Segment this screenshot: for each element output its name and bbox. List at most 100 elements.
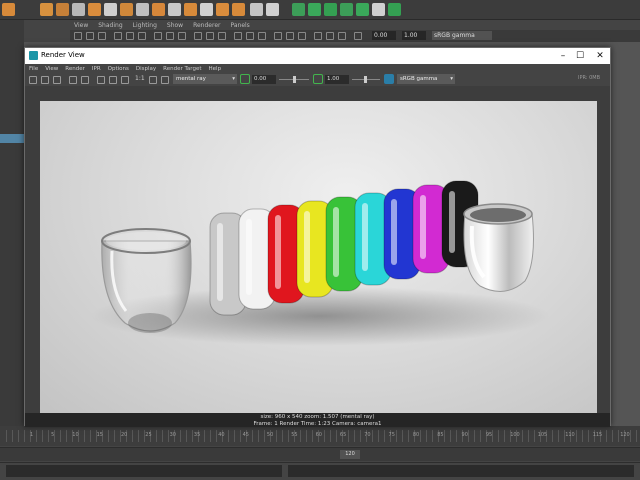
render-scene <box>90 180 550 346</box>
viewport-tool-icon[interactable] <box>138 32 146 40</box>
menu-render-target[interactable]: Render Target <box>163 66 201 72</box>
shelf-tool-icon[interactable] <box>308 3 321 16</box>
maya-left-panel <box>0 20 24 426</box>
viewport-tool-icon[interactable] <box>114 32 122 40</box>
close-icon[interactable]: ✕ <box>590 49 610 63</box>
viewport-tool-icon[interactable] <box>194 32 202 40</box>
viewport-colorspace-select[interactable]: sRGB gamma <box>432 31 492 40</box>
viewport-tool-icon[interactable] <box>258 32 266 40</box>
shelf-tool-icon[interactable] <box>72 3 85 16</box>
display-rgb-icon[interactable] <box>97 76 105 84</box>
viewport-tool-icon[interactable] <box>314 32 322 40</box>
redo-render-icon[interactable] <box>29 76 37 84</box>
viewport-tool-icon[interactable] <box>298 32 306 40</box>
shelf-tool-icon[interactable] <box>120 3 133 16</box>
view-transform-select[interactable]: sRGB gamma <box>397 74 455 84</box>
viewport-tool-icon[interactable] <box>354 32 362 40</box>
timeline-tick-label: 110 <box>565 432 575 438</box>
menu-ipr[interactable]: IPR <box>92 66 101 72</box>
refresh-ipr-icon[interactable] <box>81 76 89 84</box>
viewport-menu-panels[interactable]: Panels <box>230 22 249 29</box>
shelf-tool-icon[interactable] <box>388 3 401 16</box>
shelf-tool-icon[interactable] <box>184 3 197 16</box>
viewport-tool-icon[interactable] <box>246 32 254 40</box>
timeline-tick-label: 5 <box>51 432 55 438</box>
viewport-tool-icon[interactable] <box>166 32 174 40</box>
shelf-tool-icon[interactable] <box>292 3 305 16</box>
exposure-slider-handle[interactable] <box>293 76 296 83</box>
viewport-tool-icon[interactable] <box>218 32 226 40</box>
real-size-button[interactable]: 1:1 <box>135 75 145 82</box>
viewport-tool-icon[interactable] <box>274 32 282 40</box>
exposure-field[interactable]: 0.00 <box>252 75 276 84</box>
timeline-tick-label: 55 <box>291 432 298 438</box>
exposure-icon[interactable] <box>240 74 250 84</box>
command-input[interactable] <box>6 465 282 477</box>
render-region-icon[interactable] <box>41 76 49 84</box>
display-alpha-icon[interactable] <box>109 76 117 84</box>
shelf-tool-icon[interactable] <box>56 3 69 16</box>
ipr-render-icon[interactable] <box>69 76 77 84</box>
gamma-slider[interactable] <box>352 76 380 83</box>
shelf-tool-icon[interactable] <box>200 3 213 16</box>
timeline-tick-label: 10 <box>72 432 79 438</box>
viewport-tool-icon[interactable] <box>86 32 94 40</box>
viewport-tool-icon[interactable] <box>286 32 294 40</box>
viewport-menu-view[interactable]: View <box>74 22 88 29</box>
renderer-select[interactable]: mental ray <box>173 74 237 84</box>
shelf-tool-icon[interactable] <box>2 3 15 16</box>
viewport-gamma-field[interactable]: 1.00 <box>402 31 426 40</box>
menu-file[interactable]: File <box>29 66 38 72</box>
frame-image-icon[interactable] <box>161 76 169 84</box>
viewport-tool-icon[interactable] <box>338 32 346 40</box>
maximize-icon[interactable]: ☐ <box>570 49 590 63</box>
color-management-icon[interactable] <box>384 74 394 84</box>
shelf-tool-icon[interactable] <box>136 3 149 16</box>
exposure-slider[interactable] <box>279 76 309 83</box>
viewport-tool-icon[interactable] <box>234 32 242 40</box>
shelf-tool-icon[interactable] <box>104 3 117 16</box>
gamma-icon[interactable] <box>313 74 323 84</box>
range-slider[interactable] <box>0 447 640 461</box>
menu-options[interactable]: Options <box>108 66 129 72</box>
viewport-tool-icon[interactable] <box>154 32 162 40</box>
keep-image-icon[interactable] <box>121 76 129 84</box>
remove-image-icon[interactable] <box>149 76 157 84</box>
shelf-tool-icon[interactable] <box>372 3 385 16</box>
viewport-exposure-field[interactable]: 0.00 <box>372 31 396 40</box>
viewport-tool-icon[interactable] <box>206 32 214 40</box>
shelf-tool-icon[interactable] <box>88 3 101 16</box>
shelf-tool-icon[interactable] <box>152 3 165 16</box>
shelf-tool-icon[interactable] <box>40 3 53 16</box>
shelf-tool-icon[interactable] <box>340 3 353 16</box>
snapshot-icon[interactable] <box>53 76 61 84</box>
render-info-bar: size: 960 x 540 zoom: 1.507 (mental ray)… <box>25 413 610 427</box>
viewport-menu-lighting[interactable]: Lighting <box>133 22 157 29</box>
shelf-tool-icon[interactable] <box>250 3 263 16</box>
gamma-field[interactable]: 1.00 <box>325 75 349 84</box>
menu-render[interactable]: Render <box>65 66 85 72</box>
gamma-slider-handle[interactable] <box>364 76 367 83</box>
viewport-tool-icon[interactable] <box>126 32 134 40</box>
shelf-tool-icon[interactable] <box>356 3 369 16</box>
render-view-titlebar[interactable]: Render View – ☐ ✕ <box>25 48 610 64</box>
shelf-tool-icon[interactable] <box>324 3 337 16</box>
menu-help[interactable]: Help <box>209 66 222 72</box>
viewport-tool-icon[interactable] <box>326 32 334 40</box>
menu-display[interactable]: Display <box>136 66 156 72</box>
viewport-tool-icon[interactable] <box>98 32 106 40</box>
viewport-tool-icon[interactable] <box>178 32 186 40</box>
range-end-field[interactable]: 120 <box>340 450 360 459</box>
shelf-tool-icon[interactable] <box>168 3 181 16</box>
viewport-menu-show[interactable]: Show <box>167 22 183 29</box>
shelf-tool-icon[interactable] <box>216 3 229 16</box>
left-panel-selection[interactable] <box>0 134 24 143</box>
viewport-menu-shading[interactable]: Shading <box>98 22 122 29</box>
viewport-menu-renderer[interactable]: Renderer <box>193 22 220 29</box>
shelf-tool-icon[interactable] <box>266 3 279 16</box>
viewport-menu: View Shading Lighting Show Renderer Pane… <box>70 20 640 30</box>
menu-view[interactable]: View <box>45 66 58 72</box>
shelf-tool-icon[interactable] <box>232 3 245 16</box>
viewport-tool-icon[interactable] <box>74 32 82 40</box>
render-view-title: Render View <box>41 51 85 59</box>
